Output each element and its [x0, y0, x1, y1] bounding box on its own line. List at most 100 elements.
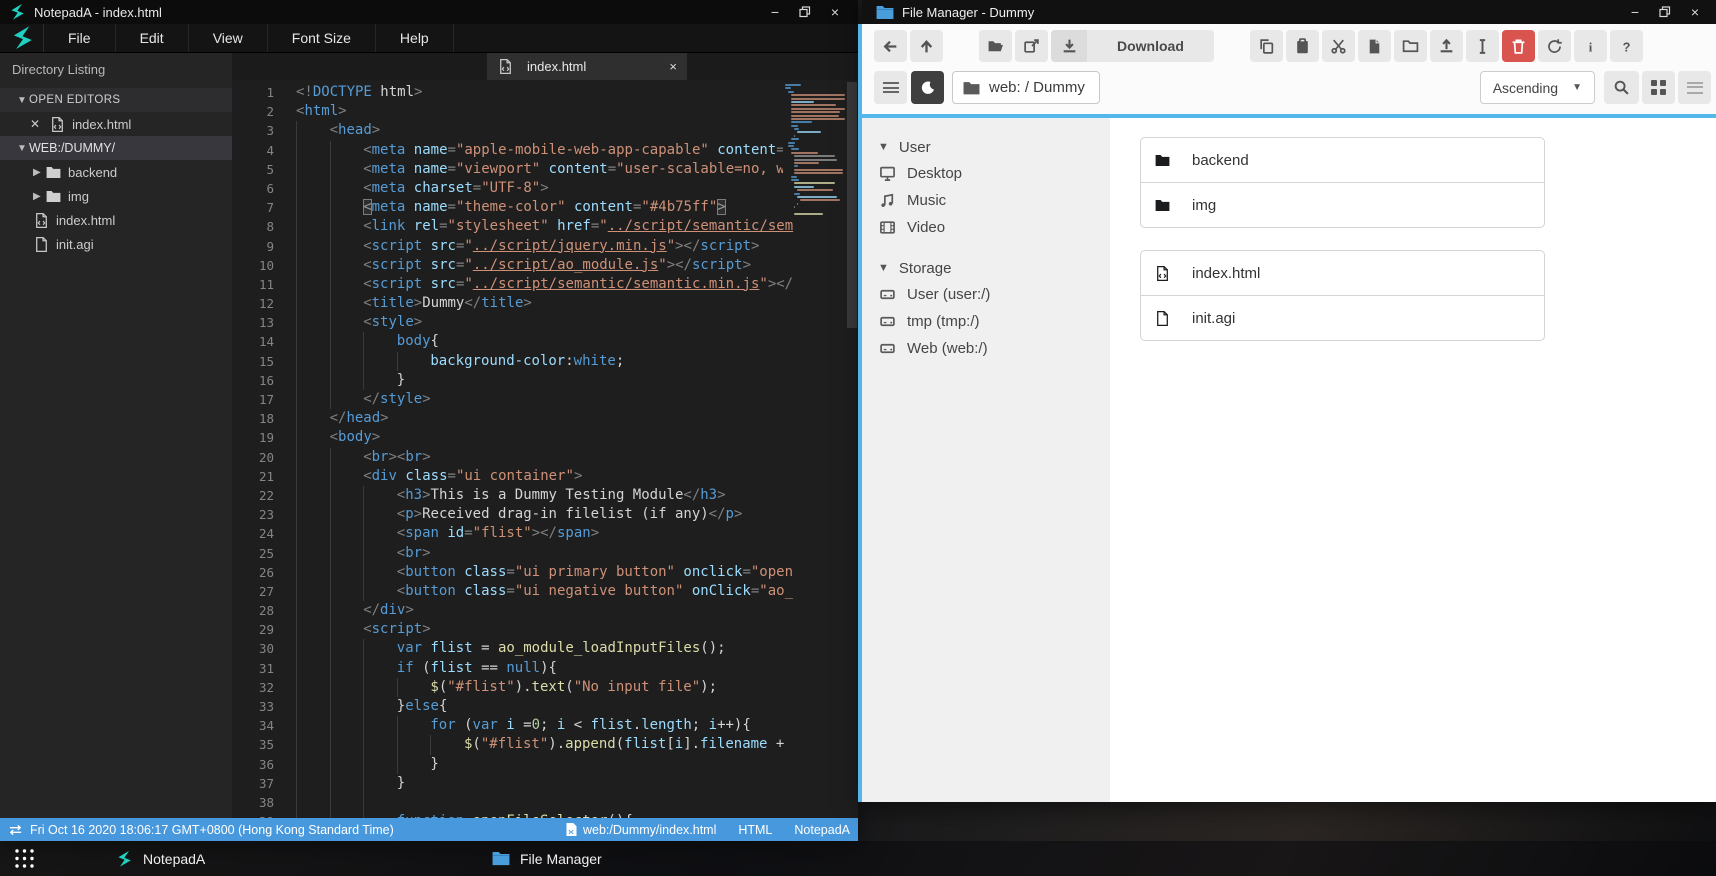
trash-button[interactable]: [1501, 30, 1535, 62]
code-line-28: 28 </div>: [232, 601, 858, 621]
folder-icon: [1154, 152, 1171, 169]
list-view-button[interactable]: [1678, 71, 1711, 104]
download-label: Download: [1117, 38, 1184, 54]
sidebar-item-web-web-[interactable]: Web (web:/): [862, 335, 1110, 362]
restore-icon[interactable]: [790, 1, 820, 23]
editor-tabbar: index.html ×: [232, 53, 858, 80]
chevron-down-icon: ▼: [878, 141, 889, 153]
menu-edit[interactable]: Edit: [116, 24, 189, 52]
new-folder-button[interactable]: [1393, 30, 1427, 62]
notepada-logo-icon: [8, 3, 26, 21]
tree-item-backend[interactable]: ▶ backend: [0, 160, 232, 184]
folder-open-icon: [987, 38, 1004, 55]
cut-button[interactable]: [1321, 30, 1355, 62]
menu-hamburger-button[interactable]: [874, 71, 907, 104]
file-row-init.agi[interactable]: init.agi: [1140, 295, 1545, 341]
external-button[interactable]: [1015, 30, 1048, 62]
info-button[interactable]: i: [1573, 30, 1607, 62]
svg-text:i: i: [1589, 40, 1593, 54]
close-icon[interactable]: ✕: [30, 117, 40, 131]
tree-item-img[interactable]: ▶ img: [0, 184, 232, 208]
tree-item-index.html[interactable]: index.html: [0, 208, 232, 232]
sidebar-item-video[interactable]: Video: [862, 214, 1110, 241]
code-line-33: 33}else{: [232, 697, 858, 717]
menu-view[interactable]: View: [189, 24, 268, 52]
sort-order-dropdown[interactable]: Ascending ▼: [1479, 71, 1595, 104]
search-button[interactable]: [1604, 71, 1639, 104]
open-editor-index.html[interactable]: ✕ index.html: [0, 112, 232, 136]
code-line-31: 31 if (flist == null){: [232, 658, 858, 678]
taskbar: NotepadA File Manager: [0, 841, 1716, 876]
download-button[interactable]: Download: [1051, 30, 1214, 62]
file-row-backend[interactable]: backend: [1140, 137, 1545, 183]
sort-order-value: Ascending: [1492, 79, 1559, 96]
menu-font-size[interactable]: Font Size: [268, 24, 376, 52]
refresh-button[interactable]: [1537, 30, 1571, 62]
menu-file[interactable]: File: [44, 24, 116, 52]
file-row-img[interactable]: img: [1140, 182, 1545, 228]
code-line-24: 24 <span id="flist"></span>: [232, 524, 858, 544]
taskbar-item-file-manager[interactable]: File Manager: [482, 841, 612, 876]
new-file-button[interactable]: [1357, 30, 1391, 62]
tab-close-icon[interactable]: ×: [669, 59, 677, 74]
tab-index-html[interactable]: index.html ×: [487, 53, 687, 80]
sidebar-group-storage[interactable]: ▼ Storage: [862, 255, 1110, 281]
editor-minimap[interactable]: [783, 82, 846, 219]
back-button[interactable]: [874, 30, 907, 62]
sidebar-item-desktop[interactable]: Desktop: [862, 160, 1110, 187]
close-icon[interactable]: ×: [820, 1, 850, 23]
section-open-editors[interactable]: ▼ OPEN EDITORS: [0, 88, 232, 112]
minimize-icon[interactable]: −: [760, 1, 790, 23]
back-icon: [882, 38, 899, 55]
notepada-window: NotepadA - index.html − × File Edit View Fo…: [0, 0, 858, 841]
minimize-icon[interactable]: −: [1620, 1, 1650, 23]
copy-button[interactable]: [1249, 30, 1283, 62]
sidebar-item-user-user-[interactable]: User (user:/): [862, 281, 1110, 308]
code-line-9: 9 <script src="../script/jquery.min.js"><…: [232, 236, 858, 256]
notepada-statusbar: Fri Oct 16 2020 18:06:17 GMT+0800 (Hong …: [0, 818, 858, 841]
file-list: backend img index.html init.agi: [1110, 118, 1716, 802]
file-row-index.html[interactable]: index.html: [1140, 250, 1545, 296]
editor-scrollbar[interactable]: [846, 80, 858, 818]
tree-item-init.agi[interactable]: init.agi: [0, 232, 232, 256]
new-folder-icon: [1402, 38, 1419, 55]
grid-view-button[interactable]: [1642, 71, 1675, 104]
sidebar-item-tmp-tmp-[interactable]: tmp (tmp:/): [862, 308, 1110, 335]
status-language[interactable]: HTML: [738, 823, 772, 837]
code-editor[interactable]: 1 <!DOCTYPE html> 2 <html> 3 <head> 4 <meta nam…: [232, 80, 858, 818]
file-name: index.html: [1192, 264, 1261, 282]
path-breadcrumb[interactable]: web: / Dummy: [952, 71, 1100, 104]
sidebar-item-music[interactable]: Music: [862, 187, 1110, 214]
scrollbar-thumb[interactable]: [847, 82, 857, 328]
chevron-right-icon: ▶: [33, 166, 41, 178]
tab-label: index.html: [527, 59, 587, 74]
rename-button[interactable]: [1465, 30, 1499, 62]
code-line-37: 37}: [232, 773, 858, 793]
chevron-down-icon: ▼: [1572, 82, 1582, 93]
hamburger-icon: [882, 82, 899, 93]
code-line-38: 38: [232, 792, 858, 813]
file-manager-titlebar: File Manager - Dummy − ×: [862, 0, 1716, 24]
code-line-25: 25 <br>: [232, 543, 858, 563]
refresh-icon: [1546, 38, 1563, 55]
status-filepath: web:/Dummy/index.html: [582, 822, 717, 837]
folder-open-button[interactable]: [979, 30, 1012, 62]
paste-button[interactable]: [1285, 30, 1319, 62]
dark-mode-button[interactable]: [911, 71, 944, 104]
help-button[interactable]: ?: [1609, 30, 1643, 62]
music-icon: [879, 192, 896, 209]
code-line-8: 8 <link rel="stylesheet" href="../script/…: [232, 217, 858, 237]
up-button[interactable]: [910, 30, 943, 62]
svg-text:?: ?: [1622, 39, 1630, 54]
taskbar-item-notepada[interactable]: NotepadA: [105, 841, 215, 876]
sidebar-group-user[interactable]: ▼ User: [862, 134, 1110, 160]
close-icon[interactable]: ×: [1680, 1, 1710, 23]
section-workspace[interactable]: ▼ WEB:/DUMMY/: [0, 136, 232, 160]
apps-grid-icon[interactable]: [14, 848, 35, 869]
code-line-7: 7 <meta name="theme-color" content="#4b75…: [232, 198, 858, 218]
menu-help[interactable]: Help: [376, 24, 454, 52]
drive-icon: [879, 313, 896, 330]
upload-button[interactable]: [1429, 30, 1463, 62]
html-file-icon: [497, 58, 514, 75]
restore-icon[interactable]: [1650, 1, 1680, 23]
